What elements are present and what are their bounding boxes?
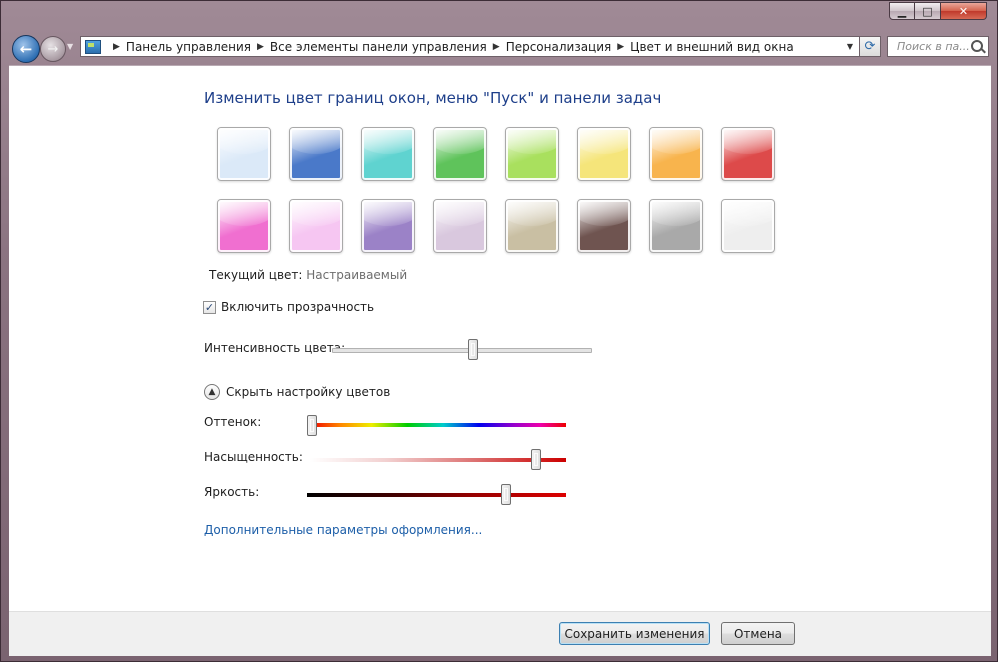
color-swatch-sky[interactable]	[217, 127, 271, 181]
saturation-slider-thumb[interactable]	[531, 449, 541, 470]
breadcrumb-item[interactable]: Персонализация	[506, 40, 612, 54]
brightness-label: Яркость:	[204, 485, 260, 499]
chevron-down-icon: ▼	[67, 42, 74, 51]
control-panel-icon	[85, 39, 101, 54]
transparency-option[interactable]: ✓ Включить прозрачность	[203, 300, 374, 314]
color-swatch-ruby[interactable]	[721, 127, 775, 181]
breadcrumb-separator-icon[interactable]: ▶	[617, 42, 624, 52]
intensity-label: Интенсивность цвета:	[204, 341, 346, 355]
minimize-button[interactable]: ▁	[889, 2, 915, 20]
cancel-button[interactable]: Отмена	[721, 622, 795, 645]
breadcrumb-separator-icon[interactable]: ▶	[257, 42, 264, 52]
color-swatch-sea[interactable]	[361, 127, 415, 181]
color-swatch-lavender[interactable]	[433, 199, 487, 253]
back-button[interactable]: ←	[12, 35, 40, 63]
current-color-value: Настраиваемый	[306, 268, 408, 282]
advanced-appearance-link[interactable]: Дополнительные параметры оформления...	[204, 523, 482, 537]
intensity-slider-thumb[interactable]	[468, 339, 478, 360]
color-swatch-lime[interactable]	[505, 127, 559, 181]
window: ▁ □ ✕ ← → ▼ ▶ Панель управления ▶ Все эл…	[0, 0, 998, 662]
address-bar[interactable]: ▶ Панель управления ▶ Все элементы панел…	[80, 36, 860, 57]
mixer-toggle-label[interactable]: Скрыть настройку цветов	[226, 385, 390, 399]
saturation-label: Насыщенность:	[204, 450, 303, 464]
address-dropdown-icon[interactable]: ▼	[847, 42, 853, 51]
brightness-slider-thumb[interactable]	[501, 484, 511, 505]
color-swatch-frost[interactable]	[721, 199, 775, 253]
checkmark-icon: ✓	[204, 300, 215, 314]
color-swatch-violet[interactable]	[361, 199, 415, 253]
brightness-slider-track[interactable]	[307, 493, 566, 497]
color-swatch-pumpkin[interactable]	[649, 127, 703, 181]
maximize-icon: □	[922, 4, 933, 18]
color-swatch-slate[interactable]	[649, 199, 703, 253]
chevron-up-icon[interactable]: ▲	[204, 384, 220, 400]
color-swatch-sun[interactable]	[577, 127, 631, 181]
transparency-checkbox[interactable]: ✓	[203, 300, 216, 314]
minimize-icon: ▁	[897, 4, 907, 18]
search-input[interactable]: Поиск в па...	[887, 36, 989, 57]
search-placeholder: Поиск в па...	[897, 40, 970, 53]
caption-buttons: ▁ □ ✕	[889, 2, 987, 20]
breadcrumb-item[interactable]: Цвет и внешний вид окна	[630, 40, 794, 54]
mixer-toggle[interactable]: ▲ Скрыть настройку цветов	[204, 384, 390, 400]
arrow-right-icon: →	[47, 41, 59, 57]
color-swatch-fuchsia[interactable]	[217, 199, 271, 253]
footer-bar: Сохранить изменения Отмена	[9, 611, 991, 656]
breadcrumb-separator-icon[interactable]: ▶	[113, 42, 120, 52]
maximize-button[interactable]: □	[915, 2, 941, 20]
breadcrumb-item[interactable]: Панель управления	[126, 40, 251, 54]
recent-pages-dropdown[interactable]: ▼	[67, 42, 73, 51]
color-swatch-blush[interactable]	[289, 199, 343, 253]
arrow-left-icon: ←	[19, 40, 33, 58]
page-title: Изменить цвет границ окон, меню "Пуск" и…	[204, 89, 662, 107]
content-pane: Изменить цвет границ окон, меню "Пуск" и…	[9, 65, 991, 612]
refresh-icon: ⟳	[864, 39, 876, 54]
save-changes-button[interactable]: Сохранить изменения	[559, 622, 710, 645]
forward-button[interactable]: →	[40, 36, 66, 62]
color-swatch-taupe[interactable]	[505, 199, 559, 253]
breadcrumb-item[interactable]: Все элементы панели управления	[270, 40, 487, 54]
transparency-label[interactable]: Включить прозрачность	[221, 300, 374, 314]
intensity-slider-track[interactable]	[332, 348, 592, 353]
current-color-label: Текущий цвет:	[209, 268, 303, 282]
hue-label: Оттенок:	[204, 415, 262, 429]
color-swatch-chocolate[interactable]	[577, 199, 631, 253]
close-button[interactable]: ✕	[941, 2, 987, 20]
current-color: Текущий цвет: Настраиваемый	[209, 268, 407, 282]
color-swatch-twilight[interactable]	[289, 127, 343, 181]
close-icon: ✕	[958, 4, 969, 18]
search-icon	[971, 40, 983, 52]
refresh-button[interactable]: ⟳	[859, 36, 881, 57]
breadcrumb-separator-icon[interactable]: ▶	[493, 42, 500, 52]
saturation-slider-track[interactable]	[310, 458, 566, 462]
hue-slider-track[interactable]	[310, 423, 566, 427]
color-swatch-leaf[interactable]	[433, 127, 487, 181]
hue-slider-thumb[interactable]	[307, 415, 317, 436]
